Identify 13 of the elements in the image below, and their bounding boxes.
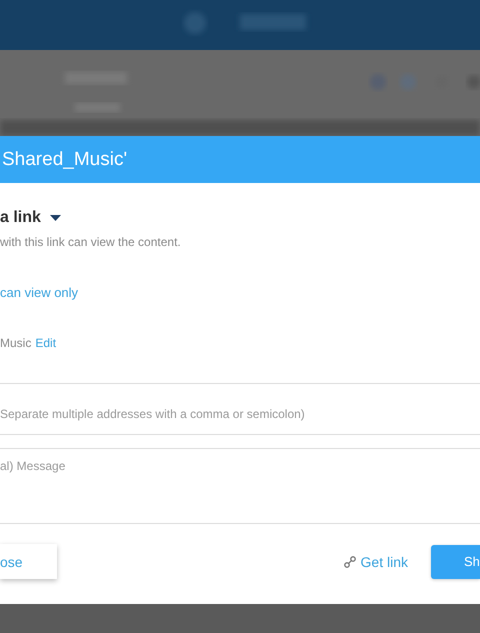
- link-description: with this link can view the content.: [0, 235, 182, 249]
- message-field[interactable]: al) Message: [0, 448, 480, 524]
- close-button[interactable]: ose: [0, 544, 57, 579]
- folder-name: Music: [0, 336, 32, 350]
- share-button[interactable]: Sh: [431, 544, 480, 578]
- caret-icon[interactable]: [50, 215, 61, 221]
- link-type-dropdown[interactable]: a link: [0, 209, 41, 227]
- permission-link[interactable]: can view only: [0, 285, 78, 300]
- get-link-button[interactable]: Get link: [344, 554, 408, 570]
- dialog-title: Shared_Music': [0, 136, 480, 183]
- link-icon: [344, 556, 356, 568]
- edit-link[interactable]: Edit: [35, 336, 56, 350]
- recipients-field[interactable]: Separate multiple addresses with a comma or semicolon): [0, 383, 480, 435]
